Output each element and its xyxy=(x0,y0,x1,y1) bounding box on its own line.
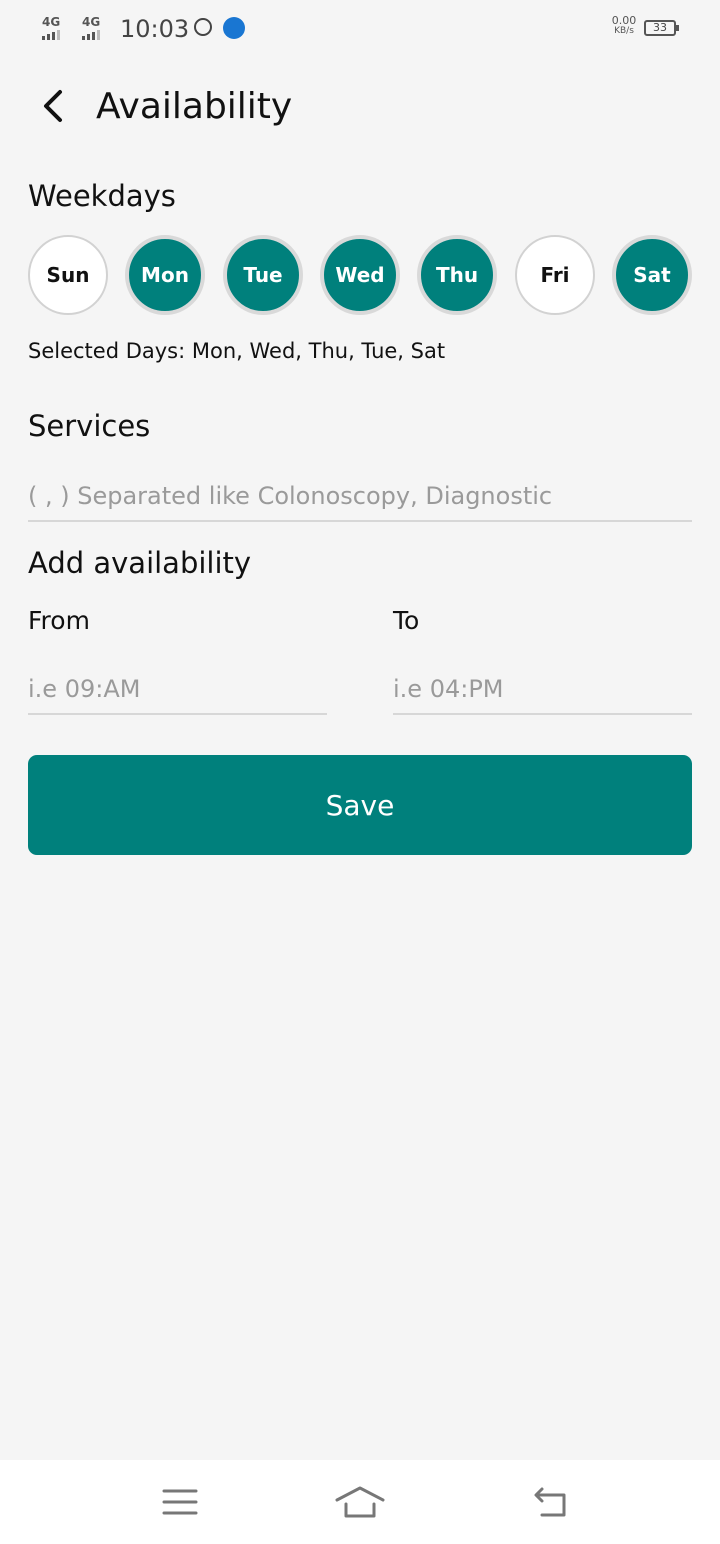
day-chip-label: Mon xyxy=(141,263,189,287)
network-speed-value: 0.00 xyxy=(611,14,637,27)
weekdays-label: Weekdays xyxy=(28,179,176,213)
day-chip-fri[interactable]: Fri xyxy=(515,235,595,315)
chevron-left-icon xyxy=(44,90,62,122)
from-time-input[interactable] xyxy=(28,664,327,715)
day-chip-label: Wed xyxy=(335,263,385,287)
battery-icon: 33 xyxy=(644,20,679,36)
system-nav-bar xyxy=(0,1460,720,1544)
to-label: To xyxy=(393,606,420,635)
services-input[interactable] xyxy=(28,472,692,522)
page-title: Availability xyxy=(96,86,293,127)
back-icon xyxy=(534,1487,566,1517)
day-chip-thu[interactable]: Thu xyxy=(417,235,497,315)
save-button[interactable]: Save xyxy=(28,755,692,855)
selected-days-text: Selected Days: Mon, Wed, Thu, Tue, Sat xyxy=(28,339,446,363)
signal-icon-2: 4G xyxy=(82,16,100,40)
network-type-2: 4G xyxy=(82,15,101,29)
weekday-selector: Sun Mon Tue Wed Thu Fri Sat xyxy=(28,235,692,315)
day-chip-label: Sat xyxy=(633,263,671,287)
status-bar: 4G 4G 10:03 0.00 KB/s 33 xyxy=(0,0,720,58)
network-speed-unit: KB/s xyxy=(614,26,634,36)
nav-home-button[interactable] xyxy=(330,1480,390,1524)
day-chip-sat[interactable]: Sat xyxy=(612,235,692,315)
back-button[interactable] xyxy=(30,82,78,130)
nav-back-button[interactable] xyxy=(520,1480,580,1524)
network-type-1: 4G xyxy=(42,15,61,29)
day-chip-label: Fri xyxy=(540,263,570,287)
menu-icon xyxy=(162,1489,198,1515)
day-chip-wed[interactable]: Wed xyxy=(320,235,400,315)
day-chip-label: Thu xyxy=(435,263,479,287)
whatsapp-icon xyxy=(194,18,212,36)
home-icon xyxy=(335,1486,385,1518)
status-time: 10:03 xyxy=(120,15,190,43)
network-speed: 0.00 KB/s xyxy=(606,14,642,36)
signal-icon-1: 4G xyxy=(42,16,60,40)
from-label: From xyxy=(28,606,90,635)
day-chip-tue[interactable]: Tue xyxy=(223,235,303,315)
nav-menu-button[interactable] xyxy=(150,1480,210,1524)
day-chip-mon[interactable]: Mon xyxy=(125,235,205,315)
day-chip-label: Sun xyxy=(46,263,90,287)
screen: 4G 4G 10:03 0.00 KB/s 33 Availability We… xyxy=(0,0,720,1544)
day-chip-sun[interactable]: Sun xyxy=(28,235,108,315)
to-time-input[interactable] xyxy=(393,664,692,715)
app-notification-icon xyxy=(223,17,245,39)
services-label: Services xyxy=(28,409,151,443)
day-chip-label: Tue xyxy=(243,263,283,287)
add-availability-label: Add availability xyxy=(28,546,252,580)
